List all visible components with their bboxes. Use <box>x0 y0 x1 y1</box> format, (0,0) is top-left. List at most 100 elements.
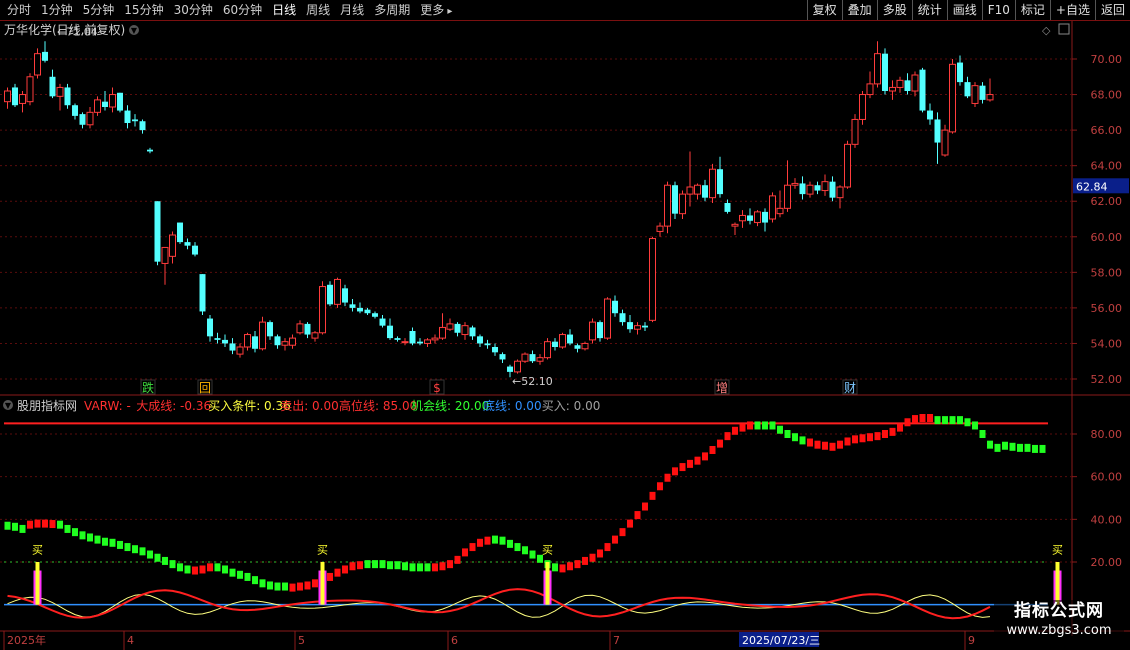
candle-body <box>784 184 791 209</box>
candle-body <box>529 354 536 362</box>
candle-body <box>686 186 694 195</box>
date-tick-label: 2025年 <box>7 633 46 647</box>
trend-block <box>139 547 146 556</box>
trend-block <box>312 579 318 588</box>
tab-period-2[interactable]: 5分钟 <box>78 0 120 20</box>
buy-signal-label: 买 <box>317 544 328 557</box>
candle-body <box>342 288 348 303</box>
candle-body <box>34 53 41 76</box>
candle-body <box>439 326 446 339</box>
price-tick-label: 56.00 <box>1091 302 1123 315</box>
tab-period-8[interactable]: 月线 <box>335 0 369 20</box>
tab-period-4[interactable]: 30分钟 <box>169 0 218 20</box>
trend-block <box>207 563 213 572</box>
trend-block <box>124 543 131 552</box>
candle-body <box>791 182 799 186</box>
tab-period-3[interactable]: 15分钟 <box>119 0 168 20</box>
trend-block <box>492 535 498 544</box>
candle-body <box>544 341 551 359</box>
trend-block <box>484 536 491 545</box>
candle-body <box>836 186 844 199</box>
event-marker-text: 回 <box>199 381 211 395</box>
price-tick-label: 68.00 <box>1091 89 1123 102</box>
tool-button-7[interactable]: +自选 <box>1049 0 1095 20</box>
trend-block <box>27 520 33 529</box>
price-tick-label: 58.00 <box>1091 266 1123 279</box>
tool-button-0[interactable]: 复权 <box>806 0 842 20</box>
candle-body <box>964 82 971 97</box>
candle-body <box>147 149 153 152</box>
price-tick-label: 66.00 <box>1091 124 1123 137</box>
tool-button-8[interactable]: 返回 <box>1094 0 1130 20</box>
indicator-legend-6: 底线: 0.00 <box>483 398 542 413</box>
candle-body <box>589 321 596 341</box>
candle-body <box>169 234 176 257</box>
trend-block <box>634 511 641 520</box>
tool-button-2[interactable]: 多股 <box>876 0 912 20</box>
candle-body <box>904 80 911 91</box>
tool-button-4[interactable]: 画线 <box>946 0 982 20</box>
trend-block <box>672 467 678 476</box>
candle-body <box>229 343 236 351</box>
candle-body <box>4 90 11 103</box>
candle-body <box>979 85 986 100</box>
trend-block <box>394 561 401 570</box>
trend-block <box>79 531 86 540</box>
tab-period-0[interactable]: 分时 <box>2 0 36 20</box>
tool-button-5[interactable]: F10 <box>981 0 1015 20</box>
trend-block <box>357 561 363 570</box>
candle-body <box>986 94 994 101</box>
tab-period-9[interactable]: 多周期 <box>369 0 415 20</box>
tool-button-6[interactable]: 标记 <box>1014 0 1050 20</box>
candle-body <box>559 334 566 348</box>
trend-block <box>919 414 926 422</box>
trend-block <box>904 418 911 427</box>
price-panel-title: 万华化学(日线,前复权) <box>4 22 125 37</box>
trend-block <box>222 565 228 574</box>
candle-body <box>454 323 461 333</box>
trend-block <box>147 550 153 559</box>
candle-body <box>252 336 258 349</box>
candle-body <box>184 242 191 246</box>
candle-body <box>889 86 896 92</box>
trend-block <box>612 535 618 544</box>
candle-body <box>132 119 138 122</box>
candle-body <box>236 346 244 355</box>
trend-block <box>889 427 896 436</box>
price-tick-label: 54.00 <box>1091 337 1123 350</box>
trend-block <box>117 540 123 549</box>
tab-period-7[interactable]: 周线 <box>301 0 335 20</box>
price-y-axis: 70.00 68.00 66.00 64.00 62.00 60.00 58.00 56.00… <box>1072 53 1122 386</box>
event-marker-3: 增 <box>714 379 730 395</box>
candle-body <box>417 341 423 344</box>
event-marker-text: 增 <box>716 381 728 395</box>
trend-block <box>784 430 791 438</box>
tool-button-1[interactable]: 叠加 <box>841 0 877 20</box>
tab-period-10[interactable]: 更多 ▸ <box>415 0 457 20</box>
candle-body <box>139 121 146 131</box>
candle-body <box>334 278 341 305</box>
indicator-legend-7: 买入: 0.00 <box>542 399 601 413</box>
trend-block <box>327 572 333 581</box>
candle-body <box>117 92 123 111</box>
trend-block <box>754 421 761 430</box>
trend-block <box>619 528 626 537</box>
trend-block <box>747 421 753 430</box>
buy-signal-label: 买 <box>542 544 553 557</box>
buy-signal: 买 <box>1052 544 1063 605</box>
tab-period-1[interactable]: 1分钟 <box>36 0 78 20</box>
trend-block <box>597 549 603 558</box>
trend-block <box>109 538 116 547</box>
candle-body <box>627 322 633 330</box>
candle-body <box>911 74 919 92</box>
candle-body <box>364 309 371 314</box>
indicator-plot: 买买买买 <box>4 414 1063 620</box>
tab-period-6[interactable]: 日线 <box>267 0 301 20</box>
trend-block <box>957 416 963 425</box>
tool-button-3[interactable]: 统计 <box>911 0 947 20</box>
candle-body <box>776 207 784 215</box>
candle-body <box>971 85 979 104</box>
more-arrow-icon: ▸ <box>444 6 453 17</box>
event-marker-text: $ <box>433 381 441 395</box>
tab-period-5[interactable]: 60分钟 <box>218 0 267 20</box>
